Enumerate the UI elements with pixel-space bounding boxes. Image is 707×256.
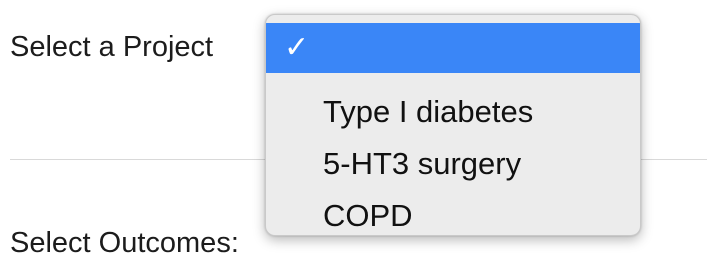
project-option-type-i-diabetes[interactable]: Type I diabetes (266, 87, 640, 137)
project-label: Select a Project (10, 31, 214, 63)
check-icon: ✓ (284, 31, 310, 64)
project-option-label: 5-HT3 surgery (323, 146, 522, 181)
project-option-label: COPD (323, 198, 413, 233)
project-option-copd[interactable]: COPD (266, 191, 640, 235)
outcomes-label: Select Outcomes: (10, 227, 239, 256)
project-option-label: Type I diabetes (323, 94, 534, 129)
project-option-empty[interactable]: ✓ (266, 23, 640, 73)
project-select-dropdown[interactable]: ✓ Type I diabetes 5-HT3 surgery COPD (265, 14, 641, 236)
project-option-5-ht3-surgery[interactable]: 5-HT3 surgery (266, 139, 640, 189)
